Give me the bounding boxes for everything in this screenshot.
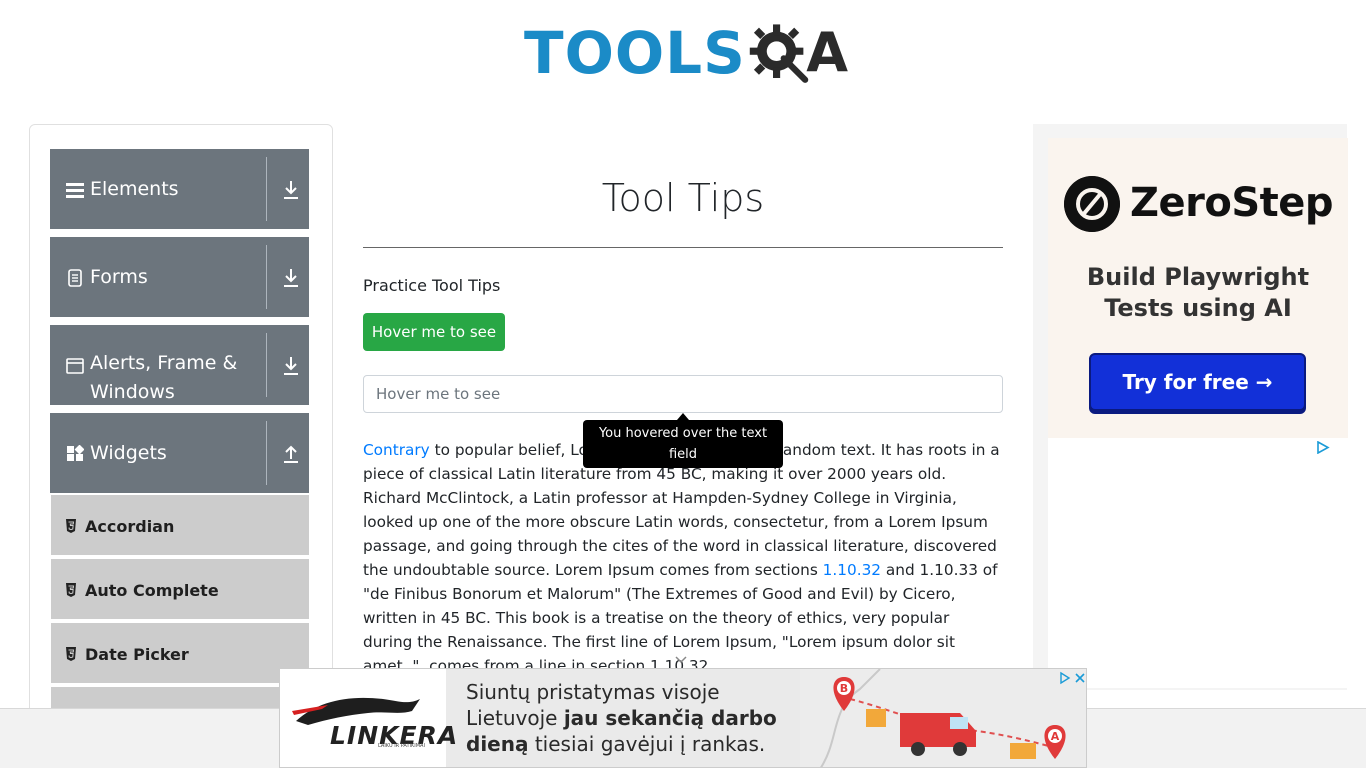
sidebar-item-label: Accordian xyxy=(85,517,175,536)
download-arrow-icon xyxy=(284,181,298,199)
section-link[interactable]: 1.10.32 xyxy=(823,561,881,579)
map-marker-a: A xyxy=(1051,730,1060,743)
hamburger-icon xyxy=(66,183,84,198)
gear-magnifier-icon xyxy=(749,24,809,83)
chevron-down-icon[interactable] xyxy=(674,655,688,665)
ad-blank-area xyxy=(1048,438,1348,688)
sidebar-item-auto-complete[interactable]: Auto Complete xyxy=(51,559,309,621)
html5-icon xyxy=(66,647,76,661)
linkera-tagline: LAIKU IR PATIKIMAI xyxy=(378,743,425,749)
delivery-map-illustration: B A xyxy=(800,669,1086,767)
ad-close-icon[interactable] xyxy=(1058,671,1086,685)
sidebar-group-forms[interactable]: Forms xyxy=(50,237,309,317)
page-title: Tool Tips xyxy=(601,176,765,220)
sidebar-group-label: Elements xyxy=(90,178,179,200)
zerostep-brand: ZeroStep xyxy=(1130,180,1334,226)
divider xyxy=(266,157,267,221)
sidebar-group-label: Widgets xyxy=(90,442,167,464)
sidebar: Elements Forms Alerts, Frame & Windows W… xyxy=(29,124,333,724)
zerostep-headline: Build Playwright Tests using AI xyxy=(1086,263,1310,322)
sidebar-group-alerts[interactable]: Alerts, Frame & Windows xyxy=(50,325,309,405)
download-arrow-icon xyxy=(284,269,298,287)
sidebar-group-widgets[interactable]: Widgets xyxy=(50,413,309,493)
upload-arrow-icon xyxy=(284,445,298,463)
header: TOOLS A xyxy=(0,0,1366,100)
divider xyxy=(266,333,267,397)
zerostep-logo-icon xyxy=(1064,176,1120,232)
tooltip: You hovered over the text field xyxy=(583,420,783,468)
hover-button[interactable]: Hover me to see xyxy=(363,313,505,351)
try-for-free-button[interactable]: Try for free → xyxy=(1089,353,1306,411)
adchoices-icon[interactable] xyxy=(1316,441,1330,454)
document-icon xyxy=(68,269,82,287)
lorem-paragraph: Contrary to popular belief, Lorem Ipsum … xyxy=(363,438,1003,678)
map-marker-b: B xyxy=(840,682,848,695)
contrary-link[interactable]: Contrary xyxy=(363,441,430,459)
html5-icon xyxy=(66,583,76,597)
section-label: Practice Tool Tips xyxy=(363,276,501,295)
sidebar-group-elements[interactable]: Elements xyxy=(50,149,309,229)
linkera-ad[interactable]: LINKERA LAIKU IR PATIKIMAI Siuntų prista… xyxy=(279,668,1087,768)
divider xyxy=(266,245,267,309)
sidebar-item-label: Date Picker xyxy=(85,645,189,664)
ad-text-plain: tiesiai gavėjui į rankas. xyxy=(528,732,766,756)
ad-text: Siuntų pristatymas visoje Lietuvoje jau … xyxy=(466,679,806,757)
logo-text: TOOLS xyxy=(524,19,746,87)
sidebar-item-label: Auto Complete xyxy=(85,581,219,600)
title-divider xyxy=(363,247,1003,248)
sidebar-item-date-picker[interactable]: Date Picker xyxy=(51,623,309,685)
toolsqa-logo[interactable]: TOOLS A xyxy=(524,14,848,92)
sidebar-group-label: Alerts, Frame & Windows xyxy=(90,352,238,403)
logo-letter: A xyxy=(806,21,848,84)
hover-text-field[interactable] xyxy=(363,375,1003,413)
tooltip-arrow xyxy=(677,413,689,420)
sidebar-item-accordian[interactable]: Accordian xyxy=(51,495,309,557)
widgets-icon xyxy=(67,445,84,461)
window-icon xyxy=(66,358,84,374)
html5-icon xyxy=(66,519,76,533)
linkera-logo-box: LINKERA LAIKU IR PATIKIMAI xyxy=(280,669,457,767)
download-arrow-icon xyxy=(284,357,298,375)
divider xyxy=(266,421,267,485)
sidebar-group-label: Forms xyxy=(90,266,148,288)
